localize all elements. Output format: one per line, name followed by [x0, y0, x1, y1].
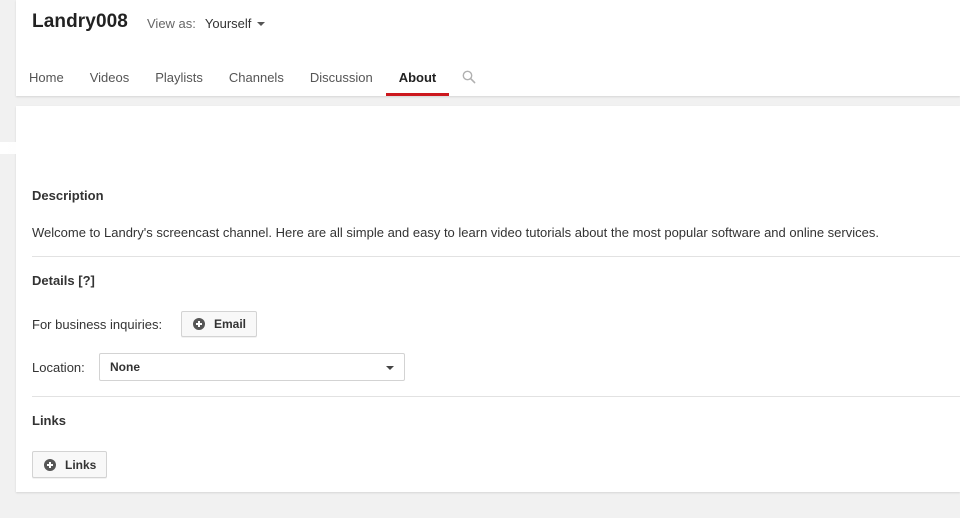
tab-videos[interactable]: Videos — [77, 60, 143, 96]
add-links-button[interactable]: Links — [32, 451, 108, 478]
view-as-dropdown[interactable]: Yourself — [205, 16, 266, 31]
location-value: None — [110, 360, 140, 374]
search-icon — [462, 70, 476, 84]
tab-playlists[interactable]: Playlists — [142, 60, 216, 96]
business-inquiries-label: For business inquiries: — [32, 317, 163, 332]
plus-circle-icon — [193, 318, 205, 330]
email-button[interactable]: Email — [181, 311, 258, 337]
plus-circle-icon — [44, 458, 56, 471]
tab-channels[interactable]: Channels — [216, 60, 297, 96]
email-button-label: Email — [214, 317, 247, 331]
tab-home[interactable]: Home — [16, 60, 77, 96]
channel-header: Landry008 View as: Yourself Home Videos … — [16, 0, 960, 96]
divider — [32, 256, 960, 257]
channel-title[interactable]: Landry008 — [32, 11, 128, 33]
location-label: Location: — [32, 360, 85, 375]
view-as-label: View as: — [147, 16, 196, 31]
links-button-label: Links — [65, 457, 97, 472]
description-heading: Description — [32, 188, 104, 203]
description-text[interactable]: Welcome to Landry's screencast channel. … — [32, 225, 879, 240]
view-as-value: Yourself — [204, 16, 252, 31]
caret-down-icon — [386, 366, 394, 370]
tab-about[interactable]: About — [385, 60, 450, 96]
links-heading: Links — [32, 413, 66, 428]
blurred-area — [0, 142, 140, 154]
channel-search-button[interactable] — [455, 60, 485, 96]
divider — [32, 396, 960, 397]
tab-discussion[interactable]: Discussion — [297, 60, 386, 96]
view-as-control: View as: Yourself — [147, 16, 266, 31]
location-select[interactable]: None — [99, 353, 405, 381]
details-heading[interactable]: Details [?] — [32, 273, 95, 288]
about-panel: Description Welcome to Landry's screenca… — [0, 106, 960, 492]
caret-down-icon — [257, 22, 266, 26]
channel-tabs: Home Videos Playlists Channels Discussio… — [16, 60, 485, 96]
